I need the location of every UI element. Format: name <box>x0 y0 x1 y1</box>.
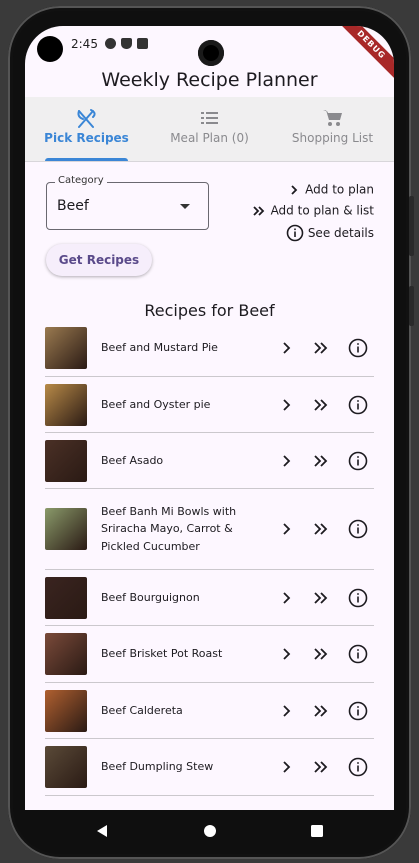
info-icon <box>286 224 304 242</box>
info-icon[interactable] <box>346 449 370 473</box>
info-icon[interactable] <box>346 586 370 610</box>
double-chevron-right-icon <box>252 205 264 216</box>
settings-status-icon <box>105 38 116 49</box>
recipe-actions <box>274 586 374 610</box>
chevron-right-icon[interactable] <box>276 699 296 723</box>
fork-knife-icon <box>77 109 96 128</box>
recipe-actions <box>274 336 374 360</box>
recipe-list: Beef and Mustard Pie Beef and Oyster pie B… <box>45 320 374 796</box>
double-chevron-right-icon[interactable] <box>310 586 332 610</box>
list-item[interactable]: Beef Asado <box>45 433 374 489</box>
list-item[interactable]: Beef Banh Mi Bowls with Sriracha Mayo, C… <box>45 489 374 570</box>
cart-icon <box>323 110 342 126</box>
category-dropdown[interactable]: Category Beef <box>46 175 209 230</box>
recipe-name: Beef Brisket Pot Roast <box>101 647 223 661</box>
recipe-thumbnail <box>45 383 87 426</box>
recipes-heading: Recipes for Beef <box>144 301 275 320</box>
legend-add-to-plan-list: Add to plan & list <box>224 203 374 224</box>
tab-label: Meal Plan (0) <box>170 131 249 145</box>
tab-label: Shopping List <box>291 131 374 145</box>
list-item[interactable]: Beef Caldereta <box>45 683 374 739</box>
recipe-thumbnail <box>45 439 87 482</box>
list-icon <box>201 112 218 124</box>
front-sensor <box>37 36 63 62</box>
legend-see-details: See details <box>224 224 374 245</box>
chevron-right-icon[interactable] <box>276 336 296 360</box>
legend-add-to-plan: Add to plan <box>224 182 374 203</box>
list-item[interactable]: Beef Brisket Pot Roast <box>45 626 374 683</box>
double-chevron-right-icon[interactable] <box>310 755 332 779</box>
recipe-name: Beef Banh Mi Bowls with Sriracha Mayo, C… <box>101 504 237 553</box>
tab-meal-plan[interactable]: Meal Plan (0) <box>148 97 271 161</box>
double-chevron-right-icon[interactable] <box>310 642 332 666</box>
recipe-thumbnail <box>45 689 87 732</box>
camera-icon <box>198 40 224 66</box>
status-time: 2:45 <box>71 37 98 51</box>
app-screen: 2:45 DEBUG Weekly Recipe Planner Pick Re… <box>25 26 394 810</box>
list-item[interactable]: Beef Dumpling Stew <box>45 739 374 796</box>
recipe-name: Beef and Mustard Pie <box>101 341 218 355</box>
legend-text: Add to plan <box>305 182 374 197</box>
recipe-name: Beef and Oyster pie <box>101 397 211 411</box>
chevron-right-icon <box>291 184 298 195</box>
recipe-thumbnail <box>45 508 87 550</box>
recipe-name: Beef Asado <box>101 453 164 467</box>
list-item[interactable]: Beef and Oyster pie <box>45 377 374 433</box>
tab-pick-recipes[interactable]: Pick Recipes <box>25 97 148 161</box>
recipe-thumbnail <box>45 746 87 788</box>
double-chevron-right-icon[interactable] <box>310 517 332 541</box>
legend-text: See details <box>307 226 374 240</box>
chevron-right-icon[interactable] <box>276 393 296 417</box>
chevron-right-icon[interactable] <box>276 755 296 779</box>
shield-status-icon <box>121 38 132 49</box>
info-icon[interactable] <box>346 642 370 666</box>
action-legend: Add to plan Add to plan & list See detai… <box>224 182 374 245</box>
back-icon[interactable] <box>95 824 109 838</box>
recipe-thumbnail <box>45 327 87 369</box>
info-icon[interactable] <box>346 517 370 541</box>
tab-bar: Pick Recipes Meal Plan (0) Shopping List <box>25 97 394 162</box>
double-chevron-right-icon[interactable] <box>310 336 332 360</box>
status-bar: 2:45 DEBUG <box>25 26 394 82</box>
chevron-down-icon <box>180 204 190 209</box>
recipe-name: Beef Bourguignon <box>101 590 200 604</box>
recipe-thumbnail <box>45 576 87 619</box>
get-recipes-button[interactable]: Get Recipes <box>46 244 152 276</box>
category-value: Beef <box>57 198 89 214</box>
double-chevron-right-icon[interactable] <box>310 449 332 473</box>
chevron-right-icon[interactable] <box>276 642 296 666</box>
volume-button <box>409 196 414 256</box>
list-item[interactable]: Beef Bourguignon <box>45 570 374 626</box>
double-chevron-right-icon[interactable] <box>310 699 332 723</box>
chevron-right-icon[interactable] <box>276 586 296 610</box>
recipe-actions <box>274 517 374 541</box>
recipe-name: Beef Caldereta <box>101 703 183 717</box>
info-icon[interactable] <box>346 755 370 779</box>
list-item[interactable]: Beef and Mustard Pie <box>45 320 374 377</box>
legend-text: Add to plan & list <box>270 203 374 218</box>
chevron-right-icon[interactable] <box>276 517 296 541</box>
category-label: Category <box>55 175 107 186</box>
chevron-right-icon[interactable] <box>276 449 296 473</box>
double-chevron-right-icon[interactable] <box>310 393 332 417</box>
recipe-actions <box>274 449 374 473</box>
recipe-actions <box>274 393 374 417</box>
android-nav-bar <box>25 810 394 852</box>
tab-shopping-list[interactable]: Shopping List <box>271 97 394 161</box>
power-button <box>409 286 414 326</box>
info-icon[interactable] <box>346 393 370 417</box>
page-title: Weekly Recipe Planner <box>101 69 318 91</box>
info-icon[interactable] <box>346 699 370 723</box>
recipe-actions <box>274 699 374 723</box>
tab-label: Pick Recipes <box>44 131 129 145</box>
home-icon[interactable] <box>203 824 217 838</box>
recipe-actions <box>274 642 374 666</box>
sim-status-icon <box>137 38 148 49</box>
recents-icon[interactable] <box>310 824 324 838</box>
info-icon[interactable] <box>346 336 370 360</box>
recipe-actions <box>274 755 374 779</box>
tab-indicator <box>45 158 128 161</box>
recipe-thumbnail <box>45 633 87 675</box>
recipe-name: Beef Dumpling Stew <box>101 760 214 774</box>
